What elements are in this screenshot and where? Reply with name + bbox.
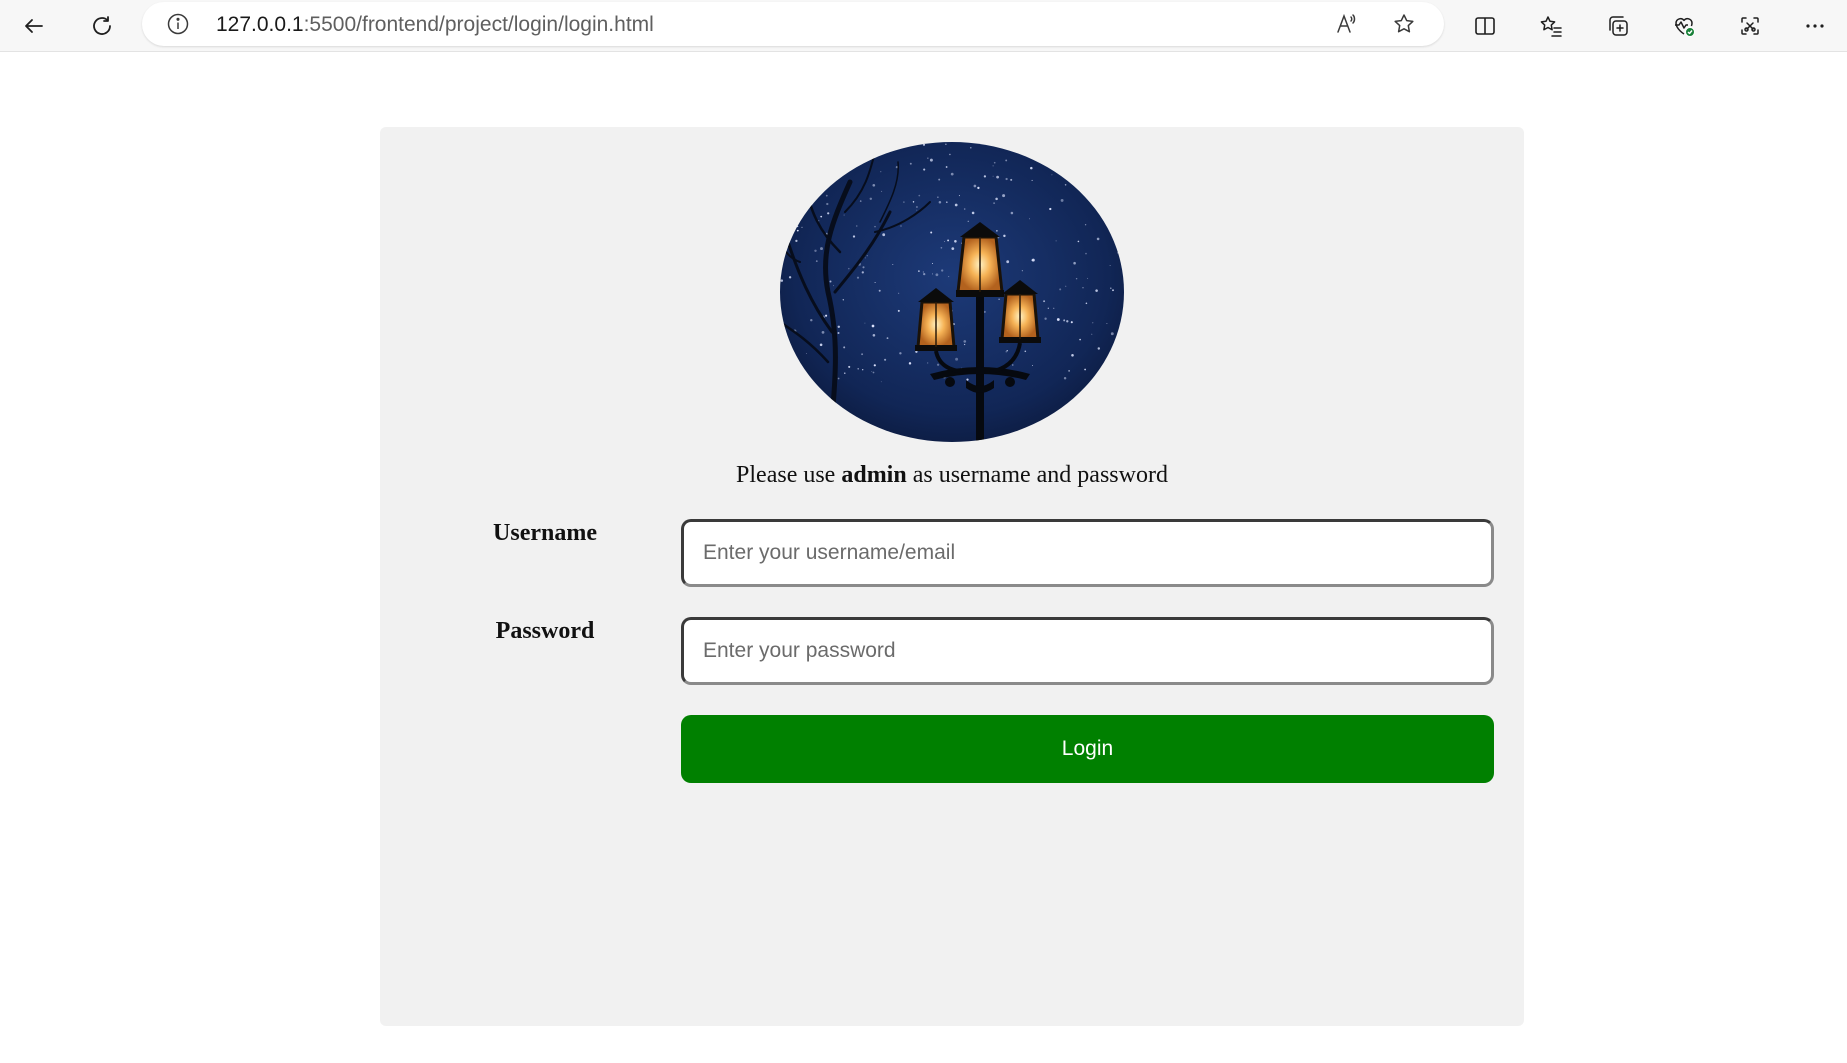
- username-label: Username: [493, 520, 597, 546]
- address-url[interactable]: 127.0.0.1:5500/frontend/project/login/lo…: [216, 13, 654, 37]
- password-input[interactable]: [681, 617, 1494, 685]
- login-avatar-image: [780, 142, 1124, 442]
- web-capture-icon[interactable]: [1732, 8, 1768, 44]
- info-icon[interactable]: [166, 12, 190, 36]
- url-path: :5500/frontend/project/login/login.html: [303, 13, 654, 36]
- hint-suffix: as username and password: [906, 462, 1168, 488]
- login-button[interactable]: Login: [681, 715, 1494, 783]
- arrow-left-icon[interactable]: [16, 8, 52, 44]
- browser-essentials-icon[interactable]: [1666, 8, 1702, 44]
- star-icon[interactable]: [1386, 6, 1422, 42]
- collections-icon[interactable]: [1600, 8, 1636, 44]
- password-label: Password: [495, 618, 595, 644]
- more-icon[interactable]: [1797, 8, 1833, 44]
- username-input[interactable]: [681, 519, 1494, 587]
- address-bar[interactable]: 127.0.0.1:5500/frontend/project/login/lo…: [142, 2, 1444, 46]
- browser-toolbar: 127.0.0.1:5500/frontend/project/login/lo…: [0, 0, 1847, 52]
- refresh-icon[interactable]: [84, 8, 120, 44]
- split-screen-icon[interactable]: [1467, 8, 1503, 44]
- favorites-icon[interactable]: [1533, 8, 1569, 44]
- hint-username: admin: [841, 462, 907, 488]
- read-aloud-icon[interactable]: [1328, 6, 1364, 42]
- hint-prefix: Please use: [736, 462, 842, 488]
- url-host: 127.0.0.1: [216, 13, 304, 36]
- login-hint: Please use admin as username and passwor…: [380, 462, 1524, 489]
- login-card: Please use admin as username and passwor…: [380, 127, 1524, 1026]
